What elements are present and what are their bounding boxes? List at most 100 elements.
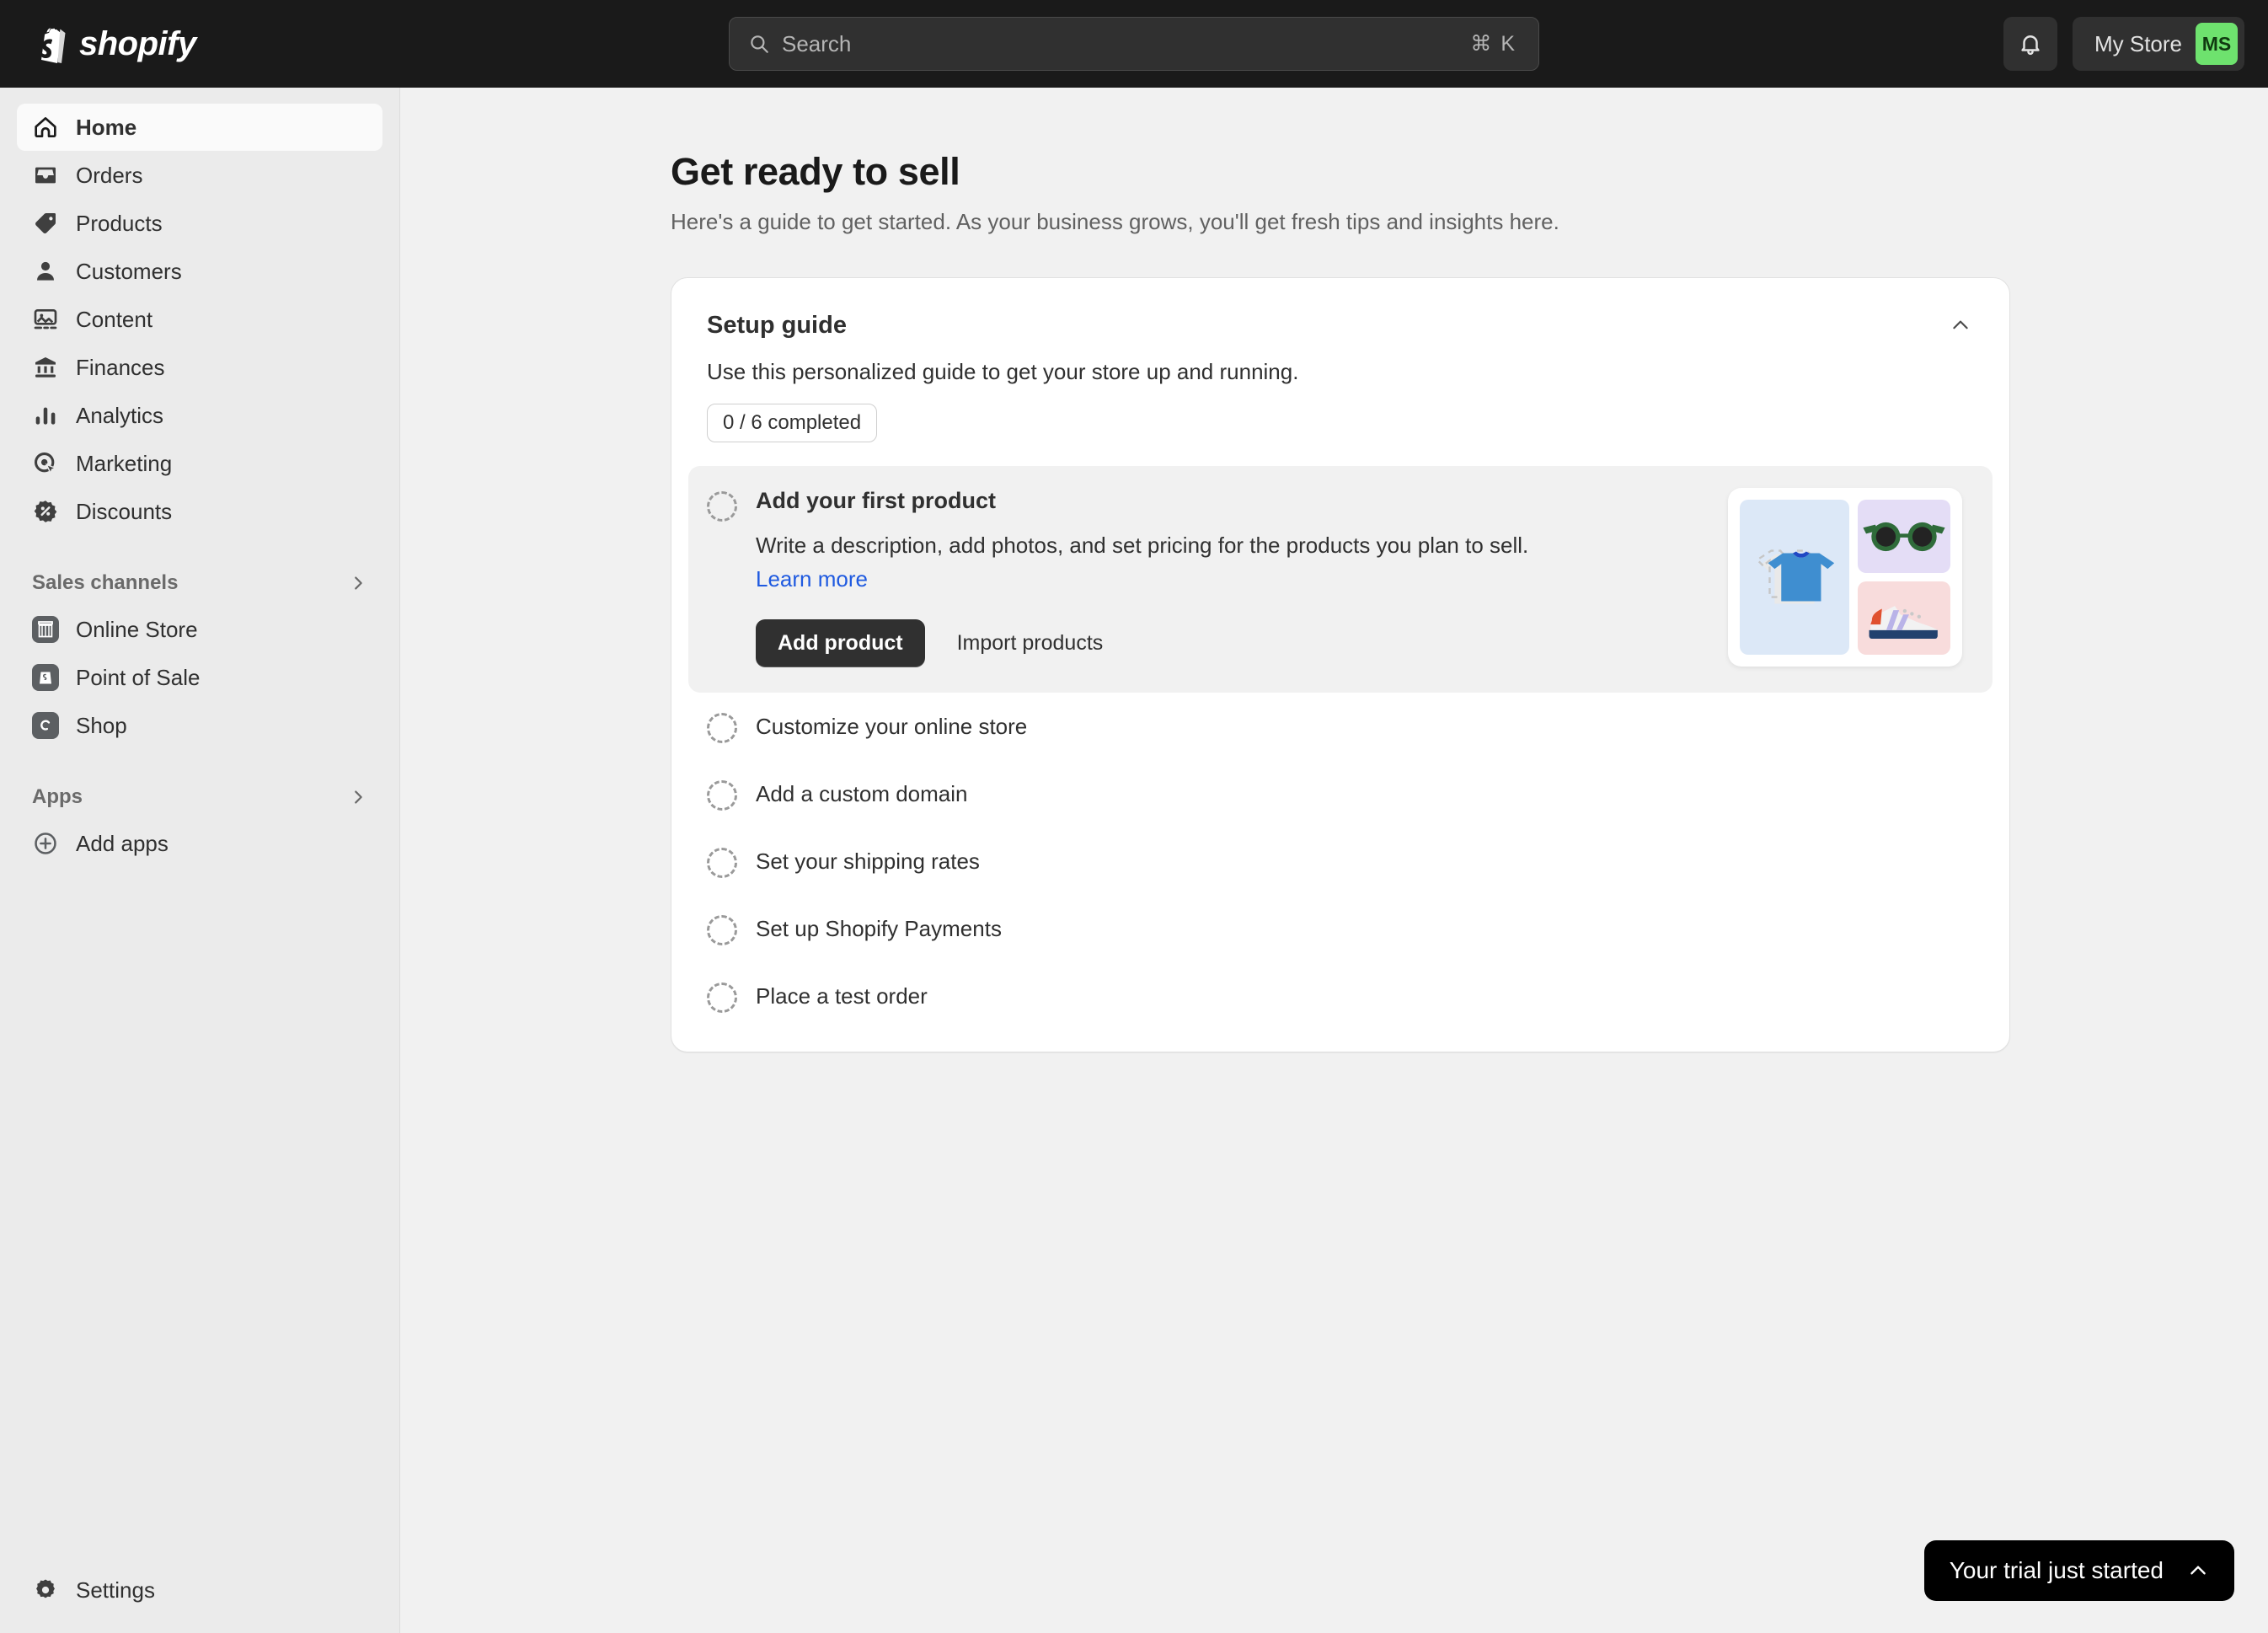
sneaker-icon xyxy=(1869,606,1938,640)
search-icon xyxy=(751,35,768,53)
sidebar-item-point-of-sale[interactable]: Point of Sale xyxy=(17,654,382,701)
sidebar-item-home[interactable]: Home xyxy=(17,104,382,151)
task-label: Set your shipping rates xyxy=(756,848,980,874)
bell-icon xyxy=(2021,35,2040,56)
task-label: Place a test order xyxy=(756,982,928,1009)
apps-section-header[interactable]: Apps xyxy=(17,774,382,820)
collapse-setup-guide-button[interactable] xyxy=(1940,305,1981,345)
learn-more-link[interactable]: Learn more xyxy=(756,566,868,592)
sidebar-item-label: Add apps xyxy=(76,830,168,856)
avatar: MS xyxy=(2196,23,2238,65)
primary-nav: Home Orders Products Customers Content F… xyxy=(0,88,399,867)
shopify-bag-icon xyxy=(40,28,66,63)
sidebar-item-shop[interactable]: Shop xyxy=(17,702,382,749)
page-subtitle: Here's a guide to get started. As your b… xyxy=(671,209,1559,234)
task-status-ring[interactable] xyxy=(707,713,737,744)
task-label: Set up Shopify Payments xyxy=(756,915,1002,941)
sidebar-item-orders[interactable]: Orders xyxy=(17,152,382,199)
progress-badge: 0 / 6 completed xyxy=(707,404,878,442)
task-set-shipping-rates[interactable]: Set your shipping rates xyxy=(688,827,1993,895)
sidebar-item-label: Content xyxy=(76,306,153,332)
task-label: Add a custom domain xyxy=(756,780,968,806)
sales-channels-title: Sales channels xyxy=(32,571,179,594)
main-content: Get ready to sell Here's a guide to get … xyxy=(401,88,2268,1633)
sneaker-tile xyxy=(1857,581,1950,655)
chevron-up-icon xyxy=(1953,320,1968,329)
chevron-up-icon xyxy=(2190,1566,2206,1575)
sidebar-item-label: Settings xyxy=(76,1577,155,1603)
add-circle-icon xyxy=(35,833,56,854)
sidebar-item-label: Home xyxy=(76,114,137,140)
task-status-ring[interactable] xyxy=(707,780,737,811)
orders-icon xyxy=(35,167,56,184)
apps-title: Apps xyxy=(32,785,83,808)
setup-guide-header: Setup guide Use this personalized guide … xyxy=(688,303,1993,442)
setup-guide-description: Use this personalized guide to get your … xyxy=(707,359,1299,384)
sidebar-item-add-apps[interactable]: Add apps xyxy=(17,820,382,867)
sidebar-item-marketing[interactable]: Marketing xyxy=(17,440,382,487)
sunglasses-icon xyxy=(1863,522,1945,551)
products-tag-icon xyxy=(35,213,56,233)
task-description: Write a description, add photos, and set… xyxy=(756,529,1565,596)
sidebar-item-label: Products xyxy=(76,210,163,236)
sidebar-item-label: Orders xyxy=(76,162,143,188)
task-status-ring[interactable] xyxy=(707,982,737,1014)
sales-channels-section-header[interactable]: Sales channels xyxy=(17,560,382,606)
point-of-sale-icon xyxy=(32,664,59,691)
sidebar-item-label: Online Store xyxy=(76,616,198,642)
task-content: Add your first product Write a descripti… xyxy=(756,488,1598,668)
shop-icon xyxy=(32,712,59,739)
task-status-ring[interactable] xyxy=(707,491,737,522)
sunglasses-tile xyxy=(1857,500,1950,573)
sidebar: Home Orders Products Customers Content F… xyxy=(0,88,400,1633)
sidebar-item-content[interactable]: Content xyxy=(17,296,382,343)
task-add-first-product[interactable]: Add your first product Write a descripti… xyxy=(688,466,1993,693)
import-products-button[interactable]: Import products xyxy=(944,619,1117,667)
sidebar-item-products[interactable]: Products xyxy=(17,200,382,247)
task-title: Add your first product xyxy=(756,488,996,513)
content-image-icon xyxy=(34,309,57,329)
sidebar-item-settings[interactable]: Settings xyxy=(17,1566,382,1614)
task-status-ring[interactable] xyxy=(707,848,737,879)
sidebar-item-label: Analytics xyxy=(76,402,164,428)
sidebar-item-label: Customers xyxy=(76,258,182,284)
setup-guide-title: Setup guide xyxy=(707,312,847,339)
topbar-actions: My Store MS xyxy=(2003,17,2244,71)
finances-bank-icon xyxy=(35,357,56,377)
task-label: Customize your online store xyxy=(756,713,1028,739)
sidebar-item-analytics[interactable]: Analytics xyxy=(17,392,382,439)
home-icon xyxy=(35,117,56,137)
sidebar-item-online-store[interactable]: Online Store xyxy=(17,606,382,653)
sidebar-item-finances[interactable]: Finances xyxy=(17,344,382,391)
sidebar-item-discounts[interactable]: Discounts xyxy=(17,488,382,535)
sidebar-item-label: Shop xyxy=(76,712,127,738)
gear-icon xyxy=(36,1579,55,1598)
task-place-test-order[interactable]: Place a test order xyxy=(688,962,1993,1030)
notifications-button[interactable] xyxy=(2003,17,2057,71)
page-title: Get ready to sell xyxy=(671,150,960,193)
store-menu-button[interactable]: My Store MS xyxy=(2072,17,2244,71)
chevron-right-icon xyxy=(355,790,362,804)
global-search[interactable]: Search ⌘ K xyxy=(729,17,1539,71)
task-add-custom-domain[interactable]: Add a custom domain xyxy=(688,760,1993,827)
tshirt-tile xyxy=(1740,500,1849,655)
add-product-button[interactable]: Add product xyxy=(756,619,925,668)
trial-banner[interactable]: Your trial just started xyxy=(1923,1540,2234,1601)
task-description-text: Write a description, add photos, and set… xyxy=(756,533,1529,558)
sidebar-item-customers[interactable]: Customers xyxy=(17,248,382,295)
sidebar-item-label: Finances xyxy=(76,354,165,380)
setup-guide-card: Setup guide Use this personalized guide … xyxy=(671,277,2010,1053)
settings-footer: Settings xyxy=(0,1566,399,1633)
shopify-logo[interactable]: shopify xyxy=(30,24,196,64)
task-status-ring[interactable] xyxy=(707,915,737,946)
customers-person-icon xyxy=(37,261,54,281)
task-customize-online-store[interactable]: Customize your online store xyxy=(688,693,1993,760)
search-input[interactable]: Search xyxy=(782,31,1470,57)
page-header: Get ready to sell Here's a guide to get … xyxy=(401,88,2268,235)
trial-banner-text: Your trial just started xyxy=(1949,1557,2164,1583)
logo-wordmark: shopify xyxy=(79,24,196,62)
store-name: My Store xyxy=(2094,30,2182,56)
marketing-target-icon xyxy=(35,452,58,475)
tshirt-icon xyxy=(1755,549,1835,604)
task-setup-shopify-payments[interactable]: Set up Shopify Payments xyxy=(688,895,1993,962)
